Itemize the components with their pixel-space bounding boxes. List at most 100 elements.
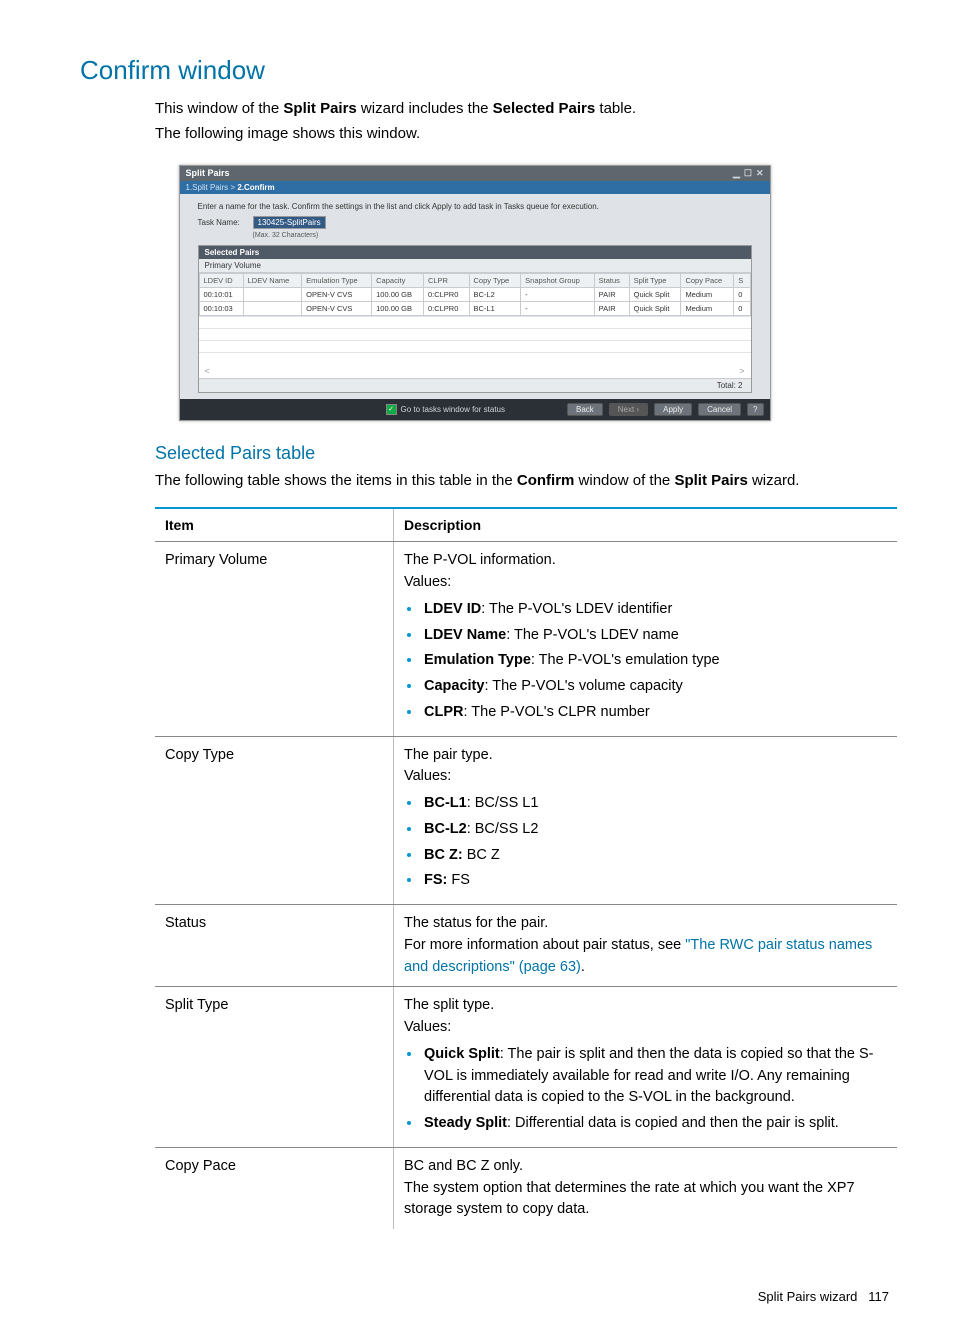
cell: OPEN-V CVS <box>302 287 372 301</box>
subsection-title: Selected Pairs table <box>155 443 894 464</box>
go-to-tasks-label: Go to tasks window for status <box>401 405 506 414</box>
desc-row: Copy TypeThe pair type.Values:BC-L1: BC/… <box>155 736 897 905</box>
desc-item: Copy Type <box>155 736 394 905</box>
col-copy-pace[interactable]: Copy Pace <box>681 273 734 287</box>
desc-description: The P-VOL information.Values:LDEV ID: Th… <box>394 542 898 736</box>
page-footer: Split Pairs wizard 117 <box>55 1289 894 1304</box>
task-name-label: Task Name: <box>198 218 253 227</box>
desc-row: Primary VolumeThe P-VOL information.Valu… <box>155 542 897 736</box>
description-table: Item Description Primary VolumeThe P-VOL… <box>155 507 897 1229</box>
cell: BC-L2 <box>469 287 521 301</box>
wizard-instruction: Enter a name for the task. Confirm the s… <box>198 202 764 211</box>
col-description: Description <box>394 508 898 542</box>
minimize-icon[interactable]: ▁ <box>733 168 740 179</box>
col-capacity[interactable]: Capacity <box>372 273 424 287</box>
cell: Quick Split <box>629 301 681 315</box>
cell: OPEN-V CVS <box>302 301 372 315</box>
cell: 0 <box>734 287 750 301</box>
selected-pairs-panel: Selected Pairs Primary Volume LDEV ID LD… <box>198 245 752 393</box>
col-split-type[interactable]: Split Type <box>629 273 681 287</box>
maximize-icon[interactable]: ☐ <box>744 168 752 179</box>
subsection-intro: The following table shows the items in t… <box>155 470 894 492</box>
selected-pairs-table: LDEV ID LDEV Name Emulation Type Capacit… <box>199 273 751 316</box>
intro-line1: This window of the Split Pairs wizard in… <box>155 98 894 120</box>
wizard-breadcrumb: 1.Split Pairs > 2.Confirm <box>180 181 770 194</box>
cell: PAIR <box>594 301 629 315</box>
text-bold: Selected Pairs <box>493 100 596 117</box>
desc-row: StatusThe status for the pair.For more i… <box>155 905 897 987</box>
col-ldev-id[interactable]: LDEV ID <box>199 273 243 287</box>
split-pairs-wizard: Split Pairs ▁ ☐ ✕ 1.Split Pairs > 2.Conf… <box>179 165 771 421</box>
intro-line2: The following image shows this window. <box>155 123 894 145</box>
back-button[interactable]: Back <box>567 403 603 416</box>
desc-row: Copy PaceBC and BC Z only.The system opt… <box>155 1147 897 1229</box>
col-ldev-name[interactable]: LDEV Name <box>243 273 302 287</box>
footer-pagenum: 117 <box>868 1289 889 1304</box>
go-to-tasks-checkbox[interactable]: ✓ <box>386 404 397 415</box>
wizard-titlebar: Split Pairs ▁ ☐ ✕ <box>180 166 770 181</box>
cell: BC-L1 <box>469 301 521 315</box>
text-bold: Confirm <box>517 472 575 489</box>
task-name-input[interactable]: 130425-SplitPairs <box>253 216 326 229</box>
apply-button[interactable]: Apply <box>654 403 692 416</box>
cell: 0 <box>734 301 750 315</box>
breadcrumb-step2: 2.Confirm <box>237 183 274 192</box>
col-emulation-type[interactable]: Emulation Type <box>302 273 372 287</box>
cell: 100.00 GB <box>372 301 424 315</box>
cell: - <box>521 287 595 301</box>
col-s[interactable]: S <box>734 273 750 287</box>
text-bold: Split Pairs <box>283 100 356 117</box>
text: The following table shows the items in t… <box>155 472 517 489</box>
desc-item: Status <box>155 905 394 987</box>
wizard-footer: ✓ Go to tasks window for status Back Nex… <box>180 399 770 420</box>
text: table. <box>595 100 636 117</box>
selected-pairs-tab: Selected Pairs <box>199 246 751 259</box>
text: window of the <box>574 472 674 489</box>
table-total: Total: 2 <box>199 378 751 392</box>
text-bold: Split Pairs <box>674 472 747 489</box>
desc-description: The split type.Values:Quick Split: The p… <box>394 987 898 1148</box>
text: wizard includes the <box>357 100 493 117</box>
cell: 0:CLPR0 <box>423 287 469 301</box>
table-row[interactable]: 00:10:03 OPEN-V CVS 100.00 GB 0:CLPR0 BC… <box>199 301 750 315</box>
desc-description: The pair type.Values:BC-L1: BC/SS L1BC-L… <box>394 736 898 905</box>
desc-row: Split TypeThe split type.Values:Quick Sp… <box>155 987 897 1148</box>
cancel-button[interactable]: Cancel <box>698 403 741 416</box>
cell: - <box>521 301 595 315</box>
breadcrumb-step1[interactable]: 1.Split Pairs <box>186 183 229 192</box>
desc-item: Split Type <box>155 987 394 1148</box>
cell: Medium <box>681 287 734 301</box>
next-button: Next › <box>609 403 648 416</box>
col-snapshot-group[interactable]: Snapshot Group <box>521 273 595 287</box>
table-row[interactable]: 00:10:01 OPEN-V CVS 100.00 GB 0:CLPR0 BC… <box>199 287 750 301</box>
help-button[interactable]: ? <box>747 403 763 416</box>
desc-description: BC and BC Z only.The system option that … <box>394 1147 898 1229</box>
cell: 00:10:03 <box>199 301 243 315</box>
col-status[interactable]: Status <box>594 273 629 287</box>
col-clpr[interactable]: CLPR <box>423 273 469 287</box>
text: This window of the <box>155 100 283 117</box>
empty-rows <box>199 316 751 364</box>
table-header-row: LDEV ID LDEV Name Emulation Type Capacit… <box>199 273 750 287</box>
desc-item: Copy Pace <box>155 1147 394 1229</box>
cell <box>243 287 302 301</box>
close-icon[interactable]: ✕ <box>756 168 764 179</box>
cell <box>243 301 302 315</box>
col-item: Item <box>155 508 394 542</box>
wizard-title-text: Split Pairs <box>186 168 230 178</box>
text: wizard. <box>748 472 800 489</box>
horizontal-scrollbar[interactable]: <> <box>199 364 751 378</box>
char-limit-note: (Max. 32 Characters) <box>253 232 764 239</box>
desc-description: The status for the pair.For more informa… <box>394 905 898 987</box>
cell: 100.00 GB <box>372 287 424 301</box>
cell: Medium <box>681 301 734 315</box>
cross-reference-link[interactable]: "The RWC pair status names and descripti… <box>404 937 872 975</box>
breadcrumb-sep: > <box>228 183 237 192</box>
cell: PAIR <box>594 287 629 301</box>
footer-text: Split Pairs wizard <box>758 1289 858 1304</box>
section-title: Confirm window <box>80 55 894 86</box>
col-copy-type[interactable]: Copy Type <box>469 273 521 287</box>
cell: 00:10:01 <box>199 287 243 301</box>
cell: Quick Split <box>629 287 681 301</box>
cell: 0:CLPR0 <box>423 301 469 315</box>
